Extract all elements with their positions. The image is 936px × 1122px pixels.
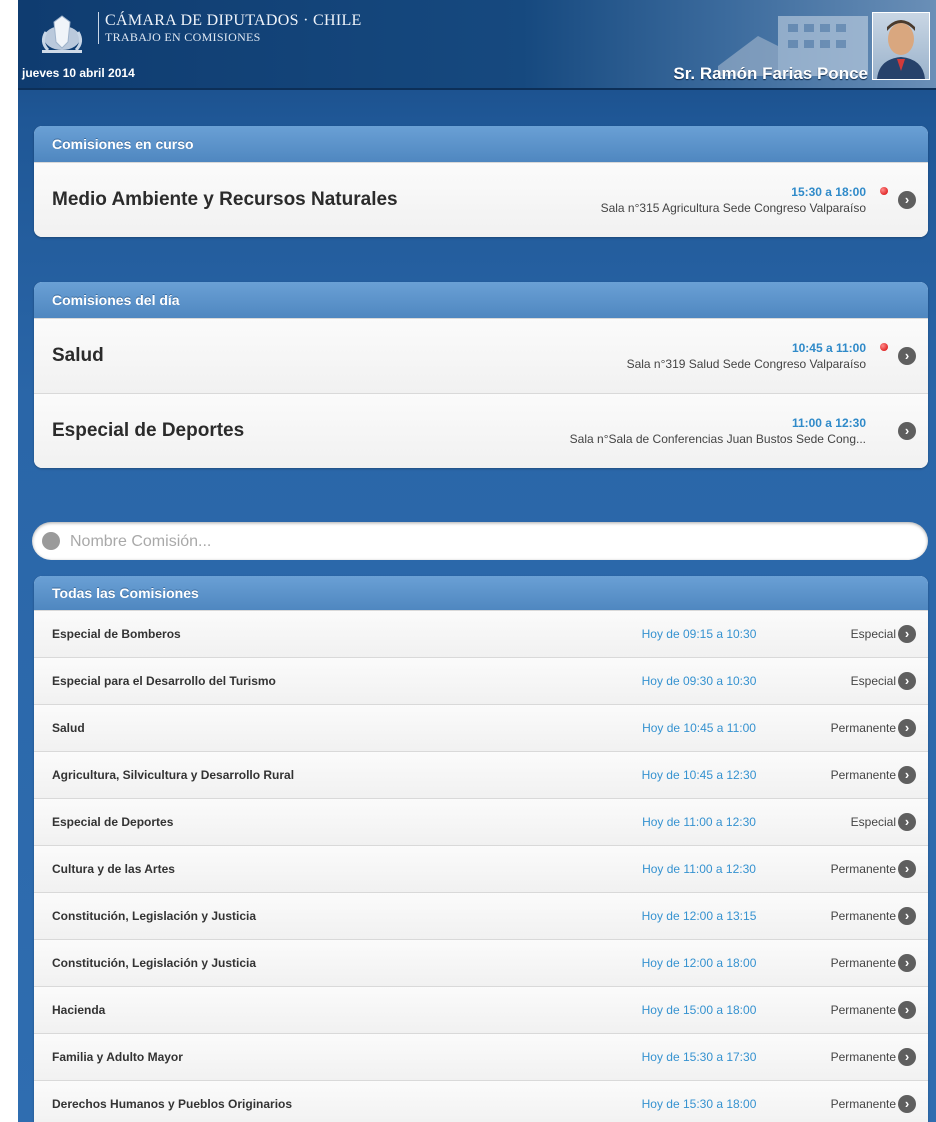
- commission-schedule: Hoy de 10:45 a 12:30: [641, 768, 757, 782]
- panel-header: Comisiones del día: [34, 282, 928, 318]
- commission-type: Permanente: [830, 768, 896, 782]
- commission-place: Sala n°Sala de Conferencias Juan Bustos …: [569, 432, 866, 446]
- commission-name: Cultura y de las Artes: [52, 862, 175, 876]
- commission-schedule: Hoy de 10:45 a 11:00: [642, 721, 756, 735]
- commission-schedule: Hoy de 09:15 a 10:30: [641, 627, 757, 641]
- commission-name: Agricultura, Silvicultura y Desarrollo R…: [52, 768, 295, 782]
- commission-name: Hacienda: [52, 1003, 106, 1017]
- commission-type: Especial: [850, 674, 896, 688]
- user-avatar[interactable]: [872, 12, 930, 80]
- commission-type: Especial: [850, 627, 896, 641]
- panel-todas-las-comisiones: Todas las Comisiones Especial de Bombero…: [34, 576, 928, 1122]
- commission-time: 11:00 a 12:30: [791, 416, 866, 430]
- commission-type: Especial: [850, 815, 896, 829]
- commission-name: Familia y Adulto Mayor: [52, 1050, 183, 1064]
- panel-header: Comisiones en curso: [34, 126, 928, 162]
- search-icon: [42, 532, 60, 550]
- list-item[interactable]: Especial de Deportes Hoy de 11:00 a 12:3…: [34, 798, 928, 845]
- commission-row-salud[interactable]: Salud 10:45 a 11:00 Sala n°319 Salud Sed…: [34, 318, 928, 393]
- commission-name: Constitución, Legislación y Justicia: [52, 956, 257, 970]
- chevron-right-icon[interactable]: ›: [898, 1048, 916, 1066]
- chevron-right-icon[interactable]: ›: [898, 625, 916, 643]
- commission-place: Sala n°319 Salud Sede Congreso Valparaís…: [626, 357, 866, 371]
- org-title-block: CÁMARA DE DIPUTADOS · CHILE TRABAJO EN C…: [98, 12, 362, 44]
- commission-type: Permanente: [830, 862, 896, 876]
- status-dot-icon: [880, 343, 888, 351]
- commission-name: Especial para el Desarrollo del Turismo: [52, 674, 276, 688]
- commission-type: Permanente: [830, 909, 896, 923]
- list-item[interactable]: Agricultura, Silvicultura y Desarrollo R…: [34, 751, 928, 798]
- commission-name: Constitución, Legislación y Justicia: [52, 909, 257, 923]
- coat-of-arms-icon: [41, 15, 83, 53]
- chevron-right-icon[interactable]: ›: [898, 766, 916, 784]
- list-item[interactable]: Cultura y de las Artes Hoy de 11:00 a 12…: [34, 845, 928, 892]
- list-item[interactable]: Especial para el Desarrollo del Turismo …: [34, 657, 928, 704]
- list-item[interactable]: Especial de Bomberos Hoy de 09:15 a 10:3…: [34, 610, 928, 657]
- chevron-right-icon[interactable]: ›: [898, 347, 916, 365]
- commission-schedule: Hoy de 11:00 a 12:30: [642, 815, 756, 829]
- commission-place: Sala n°315 Agricultura Sede Congreso Val…: [600, 201, 866, 215]
- chevron-right-icon[interactable]: ›: [898, 860, 916, 878]
- commission-row-deportes[interactable]: Especial de Deportes 11:00 a 12:30 Sala …: [34, 393, 928, 468]
- commission-schedule: Hoy de 15:30 a 17:30: [641, 1050, 757, 1064]
- search-input[interactable]: [68, 526, 912, 558]
- commission-name: Salud: [52, 721, 85, 735]
- user-name: Sr. Ramón Farias Ponce: [673, 64, 868, 83]
- commission-type: Permanente: [830, 1050, 896, 1064]
- commission-time: 15:30 a 18:00: [791, 185, 866, 199]
- user-photo-icon: [877, 20, 925, 79]
- chevron-right-icon[interactable]: ›: [898, 1001, 916, 1019]
- org-subtitle: TRABAJO EN COMISIONES: [105, 30, 261, 44]
- commission-title: Salud: [52, 345, 104, 366]
- commission-type: Permanente: [830, 1097, 896, 1111]
- list-item[interactable]: Derechos Humanos y Pueblos Originarios H…: [34, 1080, 928, 1122]
- commission-schedule: Hoy de 12:00 a 13:15: [641, 909, 757, 923]
- commission-type: Permanente: [830, 1003, 896, 1017]
- panel-header: Todas las Comisiones: [34, 576, 928, 610]
- org-name: CÁMARA DE DIPUTADOS · CHILE: [105, 12, 362, 29]
- commission-name: Derechos Humanos y Pueblos Originarios: [52, 1097, 293, 1111]
- chevron-right-icon[interactable]: ›: [898, 191, 916, 209]
- commission-time: 10:45 a 11:00: [791, 341, 866, 355]
- commission-name: Especial de Deportes: [52, 815, 174, 829]
- list-item[interactable]: Hacienda Hoy de 15:00 a 18:00 Permanente…: [34, 986, 928, 1033]
- chevron-right-icon[interactable]: ›: [898, 1095, 916, 1113]
- list-item[interactable]: Constitución, Legislación y Justicia Hoy…: [34, 939, 928, 986]
- chevron-right-icon[interactable]: ›: [898, 422, 916, 440]
- commission-title: Especial de Deportes: [52, 420, 245, 441]
- chevron-right-icon[interactable]: ›: [898, 719, 916, 737]
- commission-schedule: Hoy de 15:30 a 18:00: [641, 1097, 757, 1111]
- commission-schedule: Hoy de 12:00 a 18:00: [641, 956, 757, 970]
- chevron-right-icon[interactable]: ›: [898, 813, 916, 831]
- panel-comisiones-del-dia: Comisiones del día Salud 10:45 a 11:00 S…: [34, 282, 928, 468]
- chevron-right-icon[interactable]: ›: [898, 907, 916, 925]
- panel-comisiones-en-curso: Comisiones en curso Medio Ambiente y Rec…: [34, 126, 928, 237]
- commission-schedule: Hoy de 09:30 a 10:30: [641, 674, 757, 688]
- app-header: CÁMARA DE DIPUTADOS · CHILE TRABAJO EN C…: [18, 0, 936, 90]
- chevron-right-icon[interactable]: ›: [898, 954, 916, 972]
- commission-name: Especial de Bomberos: [52, 627, 181, 641]
- list-item[interactable]: Constitución, Legislación y Justicia Hoy…: [34, 892, 928, 939]
- current-date: jueves 10 abril 2014: [22, 66, 135, 80]
- list-item[interactable]: Familia y Adulto Mayor Hoy de 15:30 a 17…: [34, 1033, 928, 1080]
- commissions-list: Especial de Bomberos Hoy de 09:15 a 10:3…: [34, 610, 928, 1122]
- commission-row-medio-ambiente[interactable]: Medio Ambiente y Recursos Naturales 15:3…: [34, 162, 928, 237]
- commission-type: Permanente: [830, 721, 896, 735]
- commission-title: Medio Ambiente y Recursos Naturales: [52, 189, 398, 210]
- commission-schedule: Hoy de 15:00 a 18:00: [641, 1003, 757, 1017]
- commission-type: Permanente: [830, 956, 896, 970]
- chevron-right-icon[interactable]: ›: [898, 672, 916, 690]
- commission-schedule: Hoy de 11:00 a 12:30: [642, 862, 756, 876]
- app-window: CÁMARA DE DIPUTADOS · CHILE TRABAJO EN C…: [18, 0, 936, 1122]
- status-dot-icon: [880, 187, 888, 195]
- search-bar: [32, 522, 928, 560]
- list-item[interactable]: Salud Hoy de 10:45 a 11:00 Permanente ›: [34, 704, 928, 751]
